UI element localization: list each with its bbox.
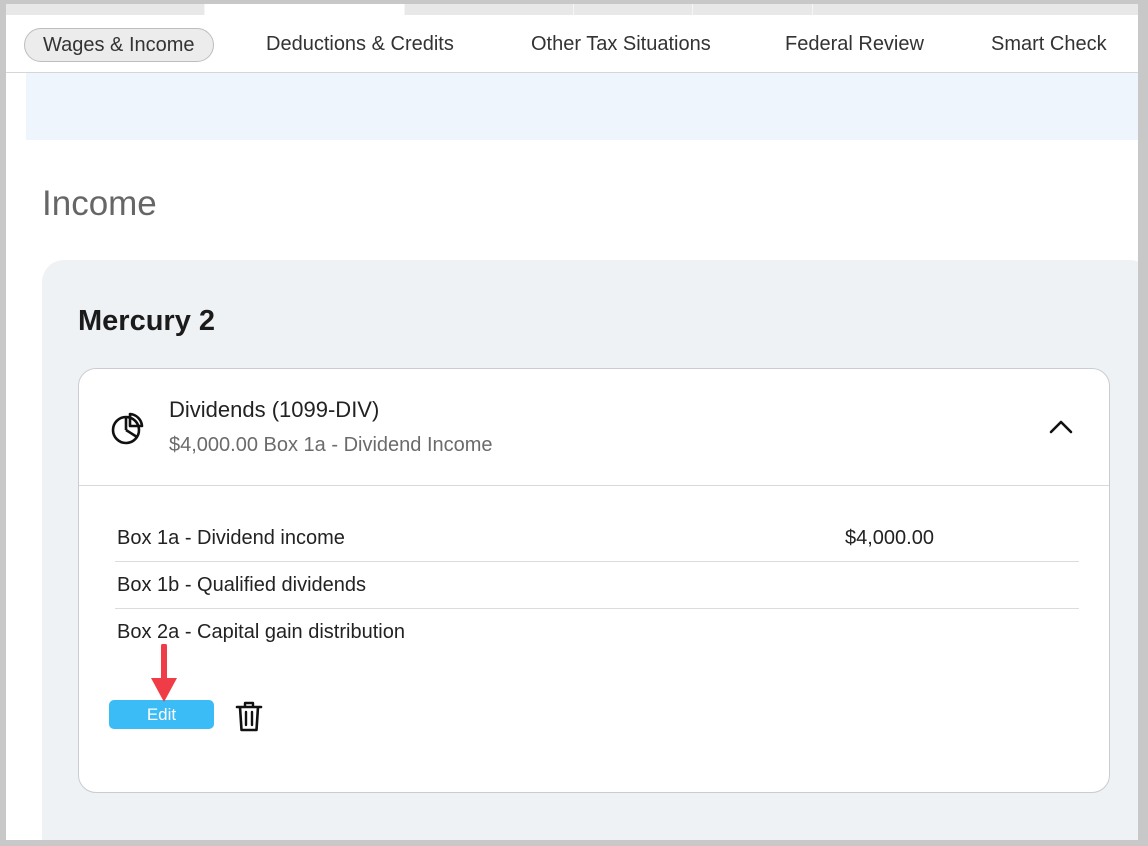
form-card-header[interactable]: Dividends (1099-DIV) $4,000.00 Box 1a - … xyxy=(79,369,1109,486)
tab-federal-review[interactable]: Federal Review xyxy=(785,27,924,61)
tab-smart-check[interactable]: Smart Check xyxy=(991,27,1107,61)
tab-other-tax-situations[interactable]: Other Tax Situations xyxy=(531,27,711,61)
field-value: $4,000.00 xyxy=(845,527,934,549)
page-title: Income xyxy=(42,184,157,223)
field-label: Box 1b - Qualified dividends xyxy=(117,574,367,596)
institution-name: Mercury 2 xyxy=(78,305,216,337)
annotation-arrow-icon xyxy=(151,644,177,702)
tab-deductions-credits[interactable]: Deductions & Credits xyxy=(266,27,454,61)
field-row: Box 1b - Qualified dividends xyxy=(115,562,1079,609)
scrollbar[interactable] xyxy=(1138,4,1142,840)
field-label: Box 2a - Capital gain distribution xyxy=(117,621,405,643)
chevron-up-icon[interactable] xyxy=(1043,409,1079,445)
tab-wages-income[interactable]: Wages & Income xyxy=(24,28,214,62)
progress-strip xyxy=(6,4,1142,15)
info-banner xyxy=(26,73,1142,140)
form-card: Dividends (1099-DIV) $4,000.00 Box 1a - … xyxy=(78,368,1110,793)
pie-chart-icon xyxy=(111,412,144,445)
field-row: Box 1a - Dividend income $4,000.00 xyxy=(115,515,1079,562)
form-summary: $4,000.00 Box 1a - Dividend Income xyxy=(169,434,493,456)
form-fields-list: Box 1a - Dividend income $4,000.00 Box 1… xyxy=(115,515,1079,655)
top-nav: Wages & Income Deductions & Credits Othe… xyxy=(6,15,1142,73)
trash-icon[interactable] xyxy=(231,698,267,734)
app-window: Wages & Income Deductions & Credits Othe… xyxy=(6,4,1142,840)
form-title: Dividends (1099-DIV) xyxy=(169,397,380,422)
field-row: Box 2a - Capital gain distribution xyxy=(115,609,1079,655)
field-label: Box 1a - Dividend income xyxy=(117,527,345,549)
